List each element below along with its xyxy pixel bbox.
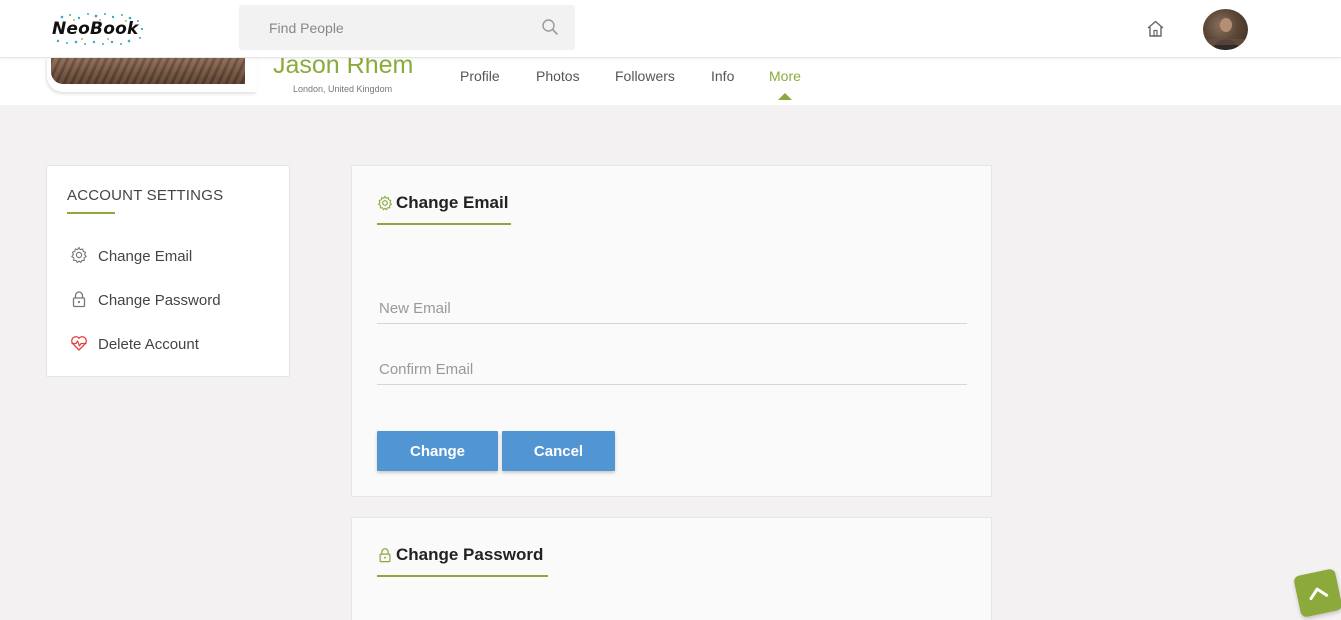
cover-photo — [47, 58, 257, 92]
tab-photos[interactable]: Photos — [536, 68, 580, 84]
cover-image — [51, 58, 245, 84]
scroll-to-top-button[interactable] — [1293, 568, 1341, 618]
account-settings-sidebar: ACCOUNT SETTINGS Change Email Change Pas… — [46, 165, 290, 377]
sidebar-item-label: Delete Account — [98, 336, 199, 353]
avatar-photo — [1207, 18, 1244, 50]
profile-location: London, United Kingdom — [293, 84, 393, 94]
neobook-logo[interactable]: NeoBook — [52, 12, 144, 46]
sidebar-item-label: Change Email — [98, 248, 193, 265]
sidebar-item-delete-account[interactable]: Delete Account — [70, 334, 270, 356]
top-navbar: NeoBook — [0, 0, 1341, 58]
chevron-up-icon — [1309, 587, 1329, 601]
tab-info[interactable]: Info — [711, 68, 734, 84]
tab-more[interactable]: More — [769, 68, 801, 84]
cancel-button[interactable]: Cancel — [502, 431, 615, 471]
lock-icon — [379, 548, 391, 563]
sidebar-item-change-password[interactable]: Change Password — [70, 290, 270, 312]
heading-underline — [377, 575, 548, 577]
confirm-email-field[interactable] — [377, 355, 967, 385]
change-email-card: Change Email Change Cancel — [351, 165, 992, 497]
sidebar-item-label: Change Password — [98, 292, 221, 309]
gear-icon — [378, 195, 392, 211]
change-password-title: Change Password — [396, 545, 544, 564]
sidebar-title-underline — [67, 212, 115, 214]
search-box — [239, 5, 575, 50]
lock-icon — [72, 291, 86, 308]
search-input[interactable] — [239, 5, 575, 50]
sidebar-item-change-email[interactable]: Change Email — [70, 246, 270, 268]
heart-pulse-icon — [71, 336, 87, 351]
search-icon[interactable] — [541, 18, 559, 36]
home-icon[interactable] — [1146, 19, 1165, 38]
change-email-title: Change Email — [396, 193, 509, 212]
heading-underline — [377, 223, 511, 225]
logo-text: NeoBook — [52, 19, 139, 39]
new-email-field[interactable] — [377, 294, 967, 324]
tab-followers[interactable]: Followers — [615, 68, 675, 84]
user-avatar[interactable] — [1203, 9, 1248, 50]
gear-icon — [71, 246, 87, 264]
sidebar-title: ACCOUNT SETTINGS — [67, 187, 224, 204]
change-button[interactable]: Change — [377, 431, 498, 471]
active-tab-indicator — [778, 93, 792, 100]
change-password-card: Change Password — [351, 517, 992, 620]
tab-profile[interactable]: Profile — [460, 68, 500, 84]
